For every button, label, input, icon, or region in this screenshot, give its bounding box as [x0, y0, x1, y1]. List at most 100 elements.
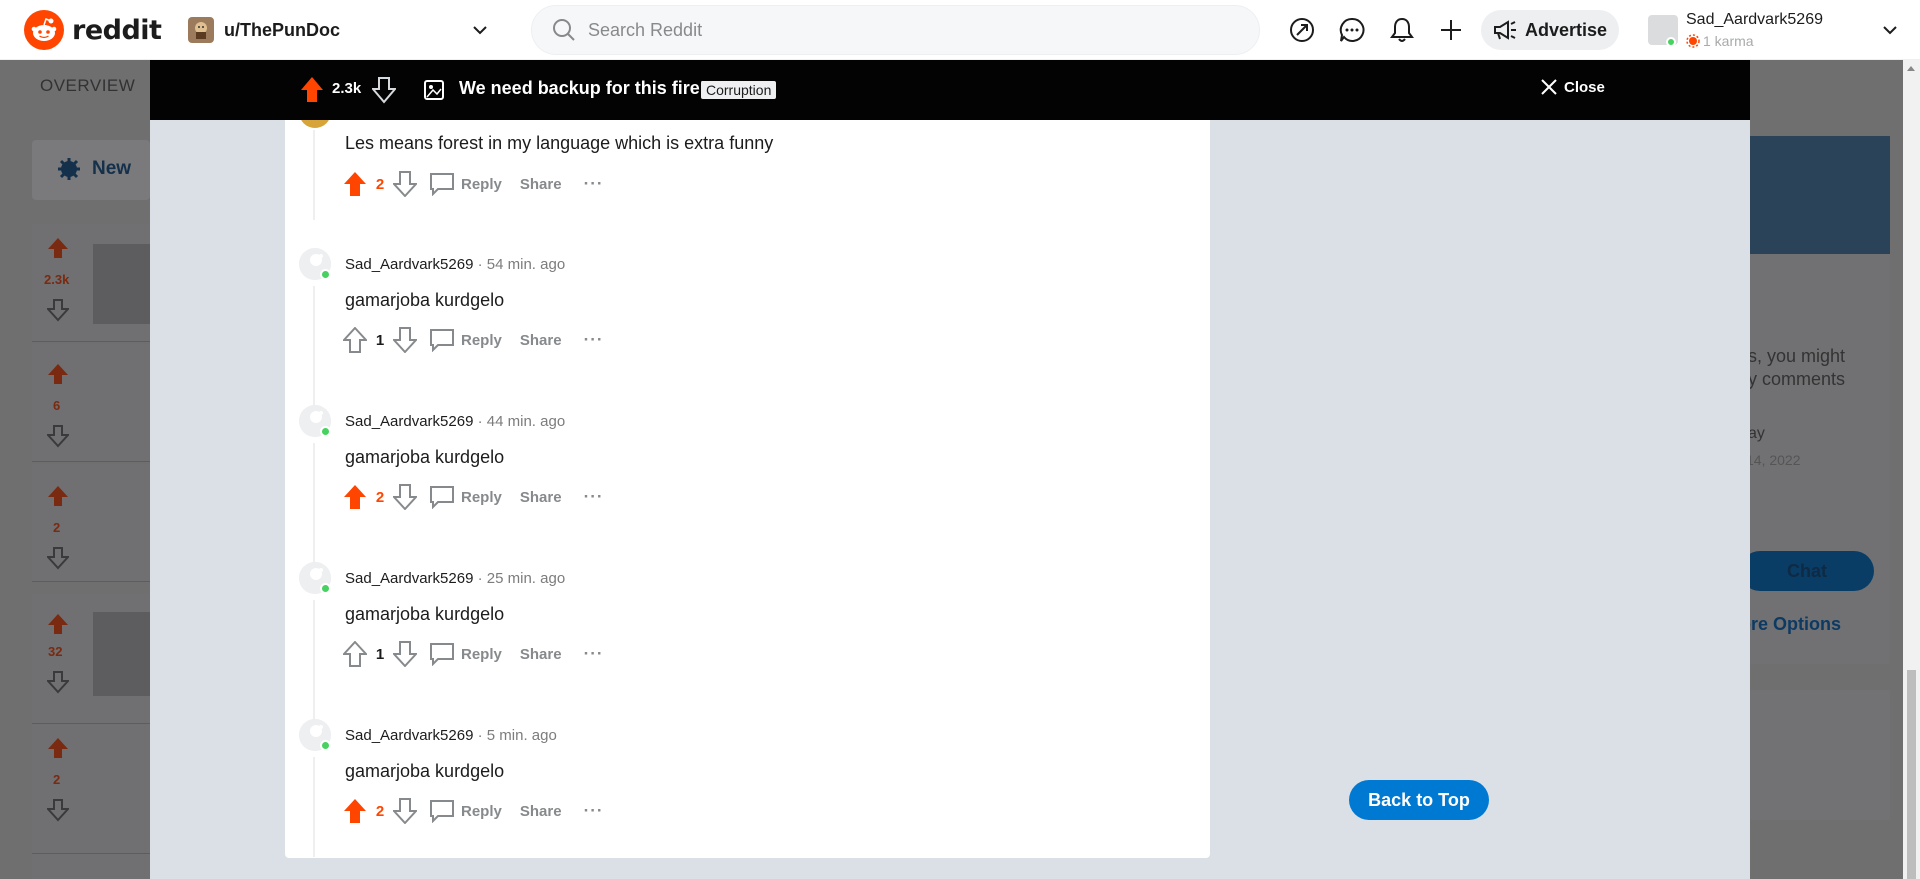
upvote-button[interactable]: [343, 327, 367, 353]
downvote-button[interactable]: [393, 798, 417, 824]
reply-button[interactable]: Reply: [429, 799, 502, 823]
post-score: 2.3k: [332, 80, 362, 97]
thread-line[interactable]: [313, 443, 315, 565]
downvote-icon: [393, 641, 417, 667]
upvote-icon: [344, 172, 366, 196]
bg-score: 2.3k: [44, 272, 70, 287]
sort-new-button: [32, 140, 150, 200]
share-button[interactable]: Share: [520, 332, 562, 349]
comment-meta: Sad_Aardvark5269 · 54 min. ago: [345, 256, 565, 273]
downvote-icon: [393, 327, 417, 353]
comment-actions: 1 Reply Share ···: [343, 640, 604, 668]
downvote-button[interactable]: [393, 484, 417, 510]
post-title: We need backup for this fire!: [459, 78, 706, 98]
bg-thumbnail: [93, 244, 150, 324]
create-post-button[interactable]: [1435, 14, 1467, 46]
comment-time[interactable]: 25 min. ago: [487, 570, 565, 587]
create-post-icon: [1441, 20, 1461, 40]
meta-separator: ·: [477, 413, 487, 430]
reply-button[interactable]: Reply: [429, 328, 502, 352]
downvote-icon[interactable]: [372, 76, 396, 104]
notifications-button[interactable]: [1386, 14, 1418, 46]
reply-icon: [430, 800, 454, 823]
thread-line[interactable]: [313, 757, 315, 857]
reply-label: Reply: [461, 645, 502, 663]
more-options-button[interactable]: ···: [584, 330, 604, 350]
upvote-button[interactable]: [343, 484, 367, 510]
thread-line[interactable]: [313, 286, 315, 408]
comment-author[interactable]: Sad_Aardvark5269: [345, 570, 473, 587]
downvote-icon: [393, 171, 417, 197]
community-switcher[interactable]: u/ThePunDoc: [180, 10, 500, 50]
comment-score: 2: [375, 488, 385, 506]
share-button[interactable]: Share: [520, 803, 562, 820]
thread-line[interactable]: [313, 600, 315, 722]
reply-button[interactable]: Reply: [429, 642, 502, 666]
comment-time[interactable]: 44 min. ago: [487, 413, 565, 430]
back-to-top-button[interactable]: Back to Top: [1349, 780, 1489, 820]
reply-button[interactable]: Reply: [429, 172, 502, 196]
reply-icon: [430, 173, 454, 196]
comment-score: 1: [375, 645, 385, 663]
downvote-button[interactable]: [393, 171, 417, 197]
comment-author[interactable]: Sad_Aardvark5269: [345, 413, 473, 430]
more-options-button[interactable]: ···: [584, 801, 604, 821]
comment-author[interactable]: Sad_Aardvark5269: [345, 256, 473, 273]
reply-label: Reply: [461, 175, 502, 193]
comment-body: gamarjoba kurdgelo: [345, 761, 505, 781]
bg-more-options: ore Options: [1740, 614, 1842, 634]
karma-label: 1 karma: [1703, 33, 1754, 49]
search-bar[interactable]: [531, 5, 1260, 55]
reply-label: Reply: [461, 488, 502, 506]
share-button[interactable]: Share: [520, 176, 562, 193]
bg-sidebar-text: 14, 2022: [1746, 452, 1801, 468]
bg-profile-banner: [1748, 136, 1890, 254]
reddit-logo[interactable]: reddit: [24, 10, 162, 50]
reply-label: Reply: [461, 331, 502, 349]
search-input[interactable]: [588, 19, 1188, 41]
page-scrollbar[interactable]: [1903, 60, 1920, 879]
scroll-up-arrow[interactable]: [1907, 66, 1915, 71]
upvote-button[interactable]: [343, 641, 367, 667]
thread-line[interactable]: [313, 130, 315, 220]
upvote-icon: [344, 799, 366, 823]
share-button[interactable]: Share: [520, 489, 562, 506]
upvote-icon[interactable]: [300, 76, 324, 104]
upvote-icon: [343, 327, 367, 353]
notifications-icon: [1390, 17, 1414, 42]
downvote-button[interactable]: [393, 641, 417, 667]
comment-score: 2: [375, 802, 385, 820]
upvote-button[interactable]: [343, 798, 367, 824]
more-options-button[interactable]: ···: [584, 644, 604, 664]
comment-score: 1: [375, 331, 385, 349]
chat-button[interactable]: [1336, 14, 1368, 46]
top-header: reddit u/ThePunDoc Advertise Sad_Aardvar…: [0, 0, 1920, 60]
popular-button[interactable]: [1286, 14, 1318, 46]
upvote-button[interactable]: [343, 171, 367, 197]
downvote-icon: [393, 484, 417, 510]
bg-upvote-icon: [48, 738, 68, 758]
share-button[interactable]: Share: [520, 646, 562, 663]
downvote-button[interactable]: [393, 327, 417, 353]
new-sort-icon: [58, 158, 80, 185]
reply-icon: [430, 329, 454, 352]
bg-upvote-icon: [48, 364, 68, 384]
user-menu[interactable]: Sad_Aardvark5269 1 karma: [1648, 6, 1908, 54]
comment-body: gamarjoba kurdgelo: [345, 447, 505, 467]
comment-meta: Sad_Aardvark5269 · 44 min. ago: [345, 413, 565, 430]
bg-upvote-icon: [48, 614, 68, 634]
comment-actions: 2 Reply Share ···: [343, 483, 604, 511]
advertise-button[interactable]: Advertise: [1481, 10, 1619, 50]
comment-author[interactable]: Sad_Aardvark5269: [345, 727, 473, 744]
close-button[interactable]: Close: [1540, 78, 1605, 96]
more-options-button[interactable]: ···: [584, 174, 604, 194]
reply-label: Reply: [461, 802, 502, 820]
scroll-thumb[interactable]: [1907, 670, 1916, 879]
comment-time[interactable]: 5 min. ago: [487, 727, 557, 744]
more-options-button[interactable]: ···: [584, 487, 604, 507]
bg-sidebar-text: ay: [1748, 425, 1765, 442]
reply-button[interactable]: Reply: [429, 485, 502, 509]
comments-panel: Les means forest in my language which is…: [285, 106, 1210, 858]
comment-time[interactable]: 54 min. ago: [487, 256, 565, 273]
user-name: Sad_Aardvark5269: [1686, 11, 1823, 28]
